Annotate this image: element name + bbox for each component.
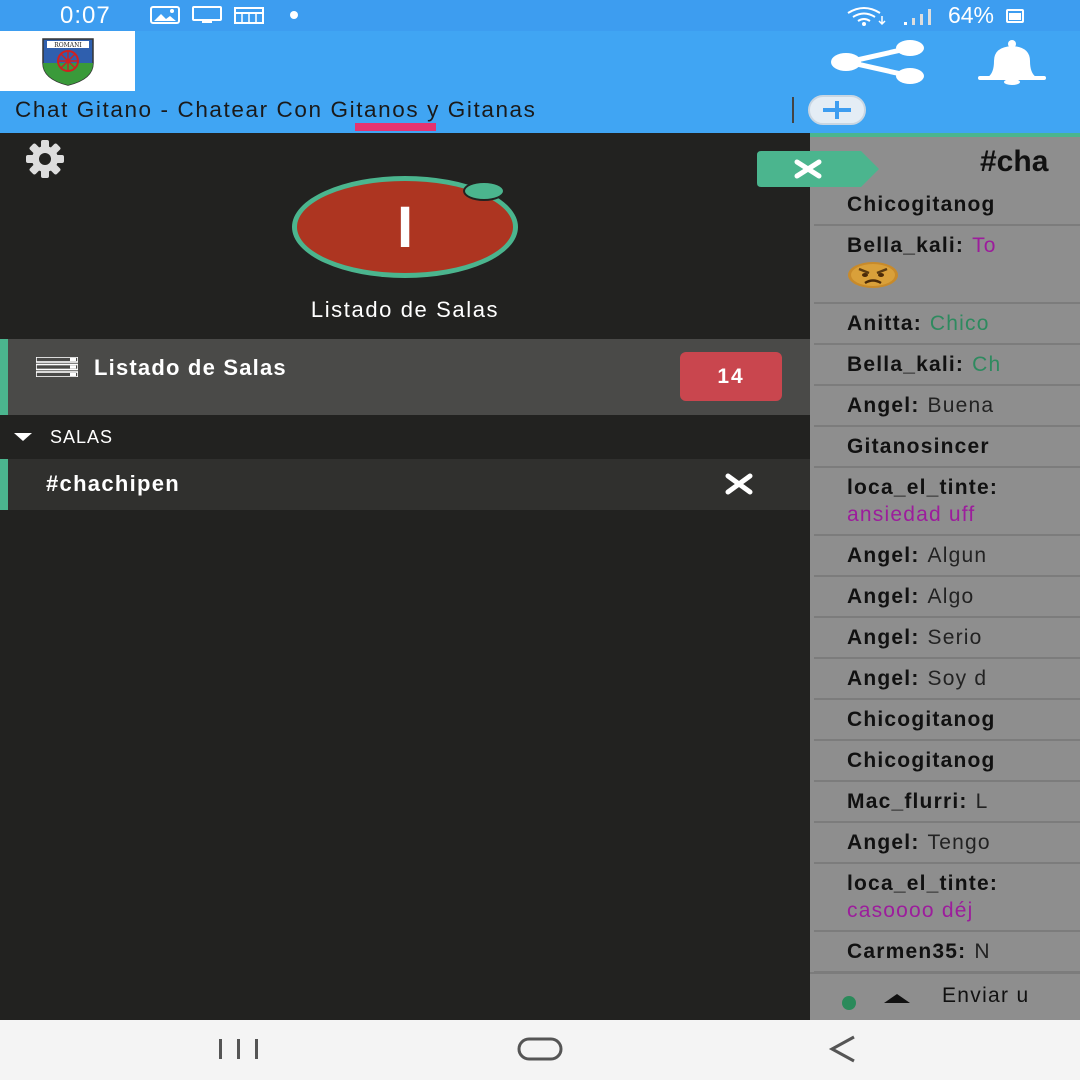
chat-message: Bella_kali: Ch — [814, 345, 1080, 386]
message-text: Ch — [972, 353, 1002, 376]
online-status-indicator — [463, 181, 505, 201]
rooms-section-toggle[interactable]: SALAS — [0, 415, 810, 459]
recent-apps-icon[interactable] — [215, 1036, 263, 1062]
chat-message: loca_el_tinte: ansiedad uff — [814, 468, 1080, 536]
svg-text:ROMANI: ROMANI — [54, 42, 82, 49]
message-nick[interactable]: Chicogitanog — [847, 193, 996, 216]
system-nav-bar — [0, 1020, 1080, 1080]
sidebar-item-room-list[interactable]: Listado de Salas 14 — [0, 339, 810, 415]
chat-message: Angel: Tengo — [814, 823, 1080, 864]
tab-separator — [792, 97, 794, 123]
message-nick[interactable]: Mac_flurri: — [847, 790, 968, 813]
chat-message: Gitanosincer — [814, 427, 1080, 468]
message-text: Algun — [927, 544, 988, 567]
home-icon[interactable] — [516, 1036, 564, 1062]
active-tab-indicator — [355, 123, 436, 131]
close-icon[interactable] — [724, 473, 754, 495]
screen-icon — [192, 6, 222, 23]
message-nick[interactable]: Chicogitanog — [847, 749, 996, 772]
romani-shield-icon: ROMANI — [41, 38, 94, 86]
connection-status-dot — [842, 996, 856, 1010]
message-nick[interactable]: Carmen35: — [847, 940, 966, 963]
chat-topline — [810, 133, 1080, 137]
message-nick[interactable]: Angel: — [847, 831, 920, 854]
message-text: N — [974, 940, 991, 963]
site-title-tab[interactable]: Chat Gitano - Chatear Con Gitanos y Gita… — [15, 97, 537, 123]
chat-message: Carmen35: N — [814, 932, 1080, 973]
message-input[interactable]: Enviar u — [942, 984, 1029, 1008]
message-text: Soy d — [927, 667, 988, 690]
caret-down-icon — [14, 433, 32, 441]
message-text: ansiedad uff — [847, 503, 976, 526]
message-text: Algo — [927, 585, 975, 608]
expand-caret-icon[interactable] — [884, 994, 910, 1003]
status-time: 0:07 — [60, 2, 111, 29]
bell-icon[interactable] — [972, 39, 1052, 85]
signal-icon — [903, 8, 931, 25]
message-list[interactable]: Chicogitanog Bella_kali: To Anitta: Chico Bel… — [814, 185, 1080, 973]
site-logo[interactable]: ROMANI — [0, 31, 135, 91]
chat-message: Angel: Soy d — [814, 659, 1080, 700]
chat-panel: #cha Chicogitanog Bella_kali: To Anitta: Chi… — [810, 133, 1080, 1020]
room-count-badge: 14 — [680, 352, 782, 401]
message-nick[interactable]: Angel: — [847, 394, 920, 417]
more-notifications-dot — [290, 11, 298, 19]
message-nick[interactable]: Angel: — [847, 544, 920, 567]
chat-message: Angel: Algun — [814, 536, 1080, 577]
status-bar: 0:07 64% — [0, 0, 1080, 31]
message-text: Serio — [927, 626, 983, 649]
message-text: L — [975, 790, 989, 813]
message-nick[interactable]: loca_el_tinte: — [847, 872, 998, 895]
gear-icon[interactable] — [20, 139, 70, 179]
add-tab-button[interactable] — [808, 95, 866, 125]
status-right: 64% — [846, 2, 1024, 29]
message-nick[interactable]: Chicogitanog — [847, 708, 996, 731]
battery-percent: 64% — [947, 2, 994, 28]
chat-message: Angel: Serio — [814, 618, 1080, 659]
message-nick[interactable]: Angel: — [847, 667, 920, 690]
message-text: To — [972, 234, 997, 257]
chat-message: loca_el_tinte:casoooo déj — [814, 864, 1080, 932]
wifi-icon — [847, 6, 886, 26]
message-nick[interactable]: loca_el_tinte: — [847, 476, 998, 499]
app-header: ROMANI Chat Gitano - Chatear Con Gitanos… — [0, 31, 1080, 133]
angry-face-icon — [848, 262, 898, 288]
chat-message: Chicogitanog — [814, 741, 1080, 782]
message-input-bar[interactable]: Enviar u — [810, 972, 1080, 1020]
sidebar-heading: Listado de Salas — [310, 297, 500, 322]
message-nick[interactable]: Anitta: — [847, 312, 922, 335]
message-nick[interactable]: Bella_kali: — [847, 353, 964, 376]
chat-message: Chicogitanog — [814, 185, 1080, 226]
chat-message: Chicogitanog — [814, 700, 1080, 741]
sidebar-item-label: Listado de Salas — [94, 355, 287, 380]
calendar-icon — [234, 7, 264, 24]
message-nick[interactable]: Angel: — [847, 626, 920, 649]
message-nick[interactable]: Angel: — [847, 585, 920, 608]
message-text: Tengo — [927, 831, 991, 854]
gallery-icon — [150, 6, 180, 24]
sidebar-panel: I Listado de Salas Listado de Salas 14 S… — [0, 133, 810, 1020]
message-text: Chico — [929, 312, 990, 335]
message-nick[interactable]: Bella_kali: — [847, 234, 964, 257]
chat-message: Bella_kali: To — [814, 226, 1080, 304]
message-text: Buena — [927, 394, 995, 417]
chat-room-title: #cha — [980, 145, 1049, 178]
status-notification-icons — [150, 6, 298, 24]
share-icon[interactable] — [828, 39, 928, 85]
list-icon — [36, 357, 78, 377]
chat-message: Anitta: Chico — [814, 304, 1080, 345]
channel-label: #chachipen — [46, 471, 181, 496]
message-nick[interactable]: Gitanosincer — [847, 435, 990, 458]
back-icon[interactable] — [826, 1034, 860, 1064]
chat-message: Angel: Buena — [814, 386, 1080, 427]
close-panel-button[interactable] — [757, 151, 879, 187]
message-text: casoooo déj — [847, 899, 974, 922]
plus-icon — [823, 101, 851, 119]
battery-icon — [1006, 8, 1024, 23]
chat-message: Angel: Algo — [814, 577, 1080, 618]
sidebar-item-channel[interactable]: #chachipen — [0, 459, 810, 510]
section-label: SALAS — [50, 426, 114, 447]
chat-message: Mac_flurri: L — [814, 782, 1080, 823]
